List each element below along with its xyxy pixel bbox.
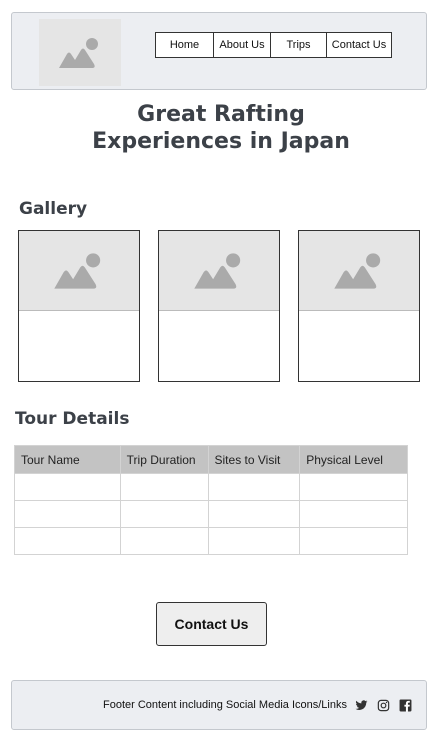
main-nav: Home About Us Trips Contact Us [155, 32, 392, 58]
table-cell [207, 500, 301, 528]
table-cell [119, 527, 209, 555]
contact-us-button[interactable]: Contact Us [156, 602, 267, 646]
table-cell [119, 500, 209, 528]
nav-about-us[interactable]: About Us [213, 33, 270, 57]
table-cell [14, 473, 121, 501]
image-placeholder-icon [194, 252, 241, 289]
gallery-card-image [159, 231, 279, 311]
table-row [14, 500, 408, 528]
gallery-heading: Gallery [19, 199, 88, 219]
gallery-card[interactable] [298, 230, 420, 382]
tour-details-heading: Tour Details [15, 409, 130, 429]
site-header: Home About Us Trips Contact Us [11, 12, 427, 90]
table-cell [299, 500, 408, 528]
table-cell [119, 473, 209, 501]
image-placeholder-icon [59, 37, 98, 68]
nav-home[interactable]: Home [156, 33, 213, 57]
gallery-card-image [299, 231, 419, 311]
table-cell [14, 500, 121, 528]
gallery-card-image [19, 231, 139, 311]
gallery-card[interactable] [158, 230, 280, 382]
table-cell [207, 527, 301, 555]
twitter-icon[interactable] [355, 699, 368, 712]
image-placeholder-icon [334, 252, 381, 289]
column-header-physical-level[interactable]: Physical Level [299, 445, 408, 474]
footer-text: Footer Content including Social Media Ic… [103, 699, 347, 711]
column-header-tour-name[interactable]: Tour Name [14, 445, 121, 474]
page-title: Great Rafting Experiences in Japan [92, 102, 350, 154]
facebook-icon[interactable] [399, 699, 412, 712]
table-row [14, 473, 408, 501]
nav-trips[interactable]: Trips [270, 33, 326, 57]
logo-placeholder[interactable] [39, 19, 121, 86]
nav-contact-us[interactable]: Contact Us [326, 33, 391, 57]
table-cell [299, 473, 408, 501]
site-footer: Footer Content including Social Media Ic… [11, 680, 427, 730]
column-header-trip-duration[interactable]: Trip Duration [119, 445, 209, 474]
table-header-row: Tour Name Trip Duration Sites to Visit P… [14, 445, 408, 474]
gallery-card[interactable] [18, 230, 140, 382]
image-placeholder-icon [54, 252, 101, 289]
instagram-icon[interactable] [377, 699, 390, 712]
table-cell [299, 527, 408, 555]
tour-details-table: Tour Name Trip Duration Sites to Visit P… [14, 445, 408, 555]
table-cell [14, 527, 121, 555]
table-cell [207, 473, 301, 501]
table-row [14, 527, 408, 555]
column-header-sites-to-visit[interactable]: Sites to Visit [207, 445, 301, 474]
